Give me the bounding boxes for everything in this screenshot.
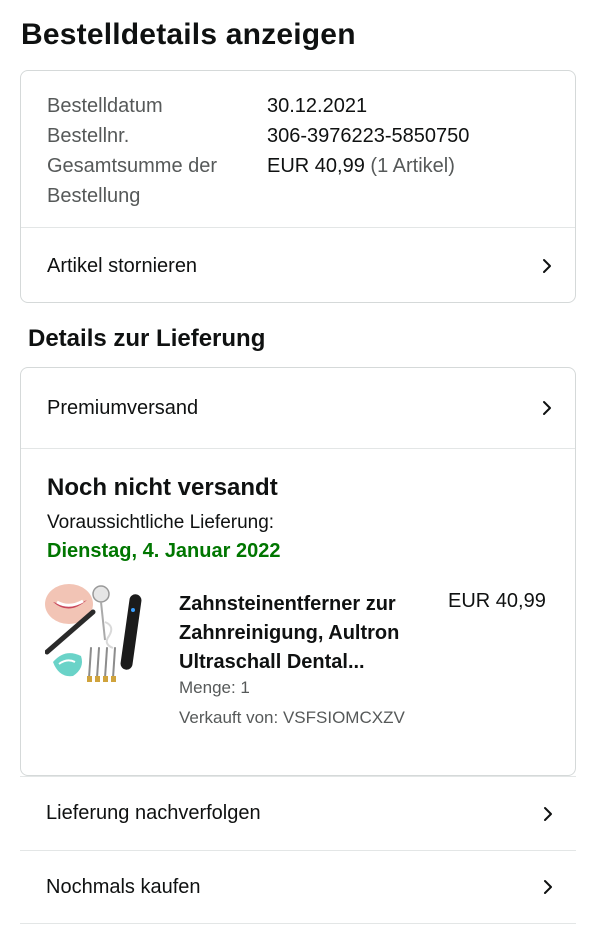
buy-again-row[interactable]: Nochmals kaufen [20,850,576,924]
eta-date: Dienstag, 4. Januar 2022 [47,540,281,562]
product-price: EUR 40,99 [448,590,546,612]
eta-label: Voraussichtliche Lieferung: [47,512,275,533]
buy-again-label: Nochmals kaufen [46,875,201,898]
order-total-label-line1: Gesamtsumme der [47,155,218,177]
page-title: Bestelldetails anzeigen [21,18,356,51]
chevron-right-icon [540,879,556,895]
product-title[interactable]: Zahnsteinentferner zur Zahnreinigung, Au… [179,590,439,677]
product-seller: Verkauft von: VSFSIOMCXZV [179,708,405,727]
chevron-right-icon [540,806,556,822]
order-total-label: Gesamtsumme der Bestellung [47,151,267,211]
product-quantity: Menge: 1 [179,678,250,697]
order-date-value: 30.12.2021 [267,95,368,117]
track-package-label: Lieferung nachverfolgen [46,802,261,824]
order-total-label-line2: Bestellung [47,185,141,207]
order-date-label: Bestelldatum [47,95,163,117]
order-summary-grid: Bestelldatum 30.12.2021 Bestellnr. 306-3… [47,91,555,211]
cancel-items-label: Artikel stornieren [47,254,198,277]
delivery-section-title: Details zur Lieferung [28,325,266,352]
order-total-value: EUR 40,99 (1 Artikel) [267,151,455,211]
order-total-row: Gesamtsumme der Bestellung EUR 40,99 (1 … [47,151,555,211]
track-package-row[interactable]: Lieferung nachverfolgen [20,776,576,850]
product-image[interactable] [44,582,165,690]
order-date-row: Bestelldatum 30.12.2021 [47,91,555,121]
order-summary-card: Bestelldatum 30.12.2021 Bestellnr. 306-3… [20,70,576,303]
shipping-method-row[interactable]: Premiumversand [21,368,575,448]
cancel-items-row[interactable]: Artikel stornieren [21,228,575,302]
order-number-row: Bestellnr. 306-3976223-5850750 [47,121,555,151]
chevron-right-icon [539,400,555,416]
order-number-label: Bestellnr. [47,125,130,147]
order-total-items: (1 Artikel) [370,155,455,177]
shipment-status: Noch nicht versandt [47,474,278,501]
shipping-method-label: Premiumversand [47,396,199,419]
order-number-value: 306-3976223-5850750 [267,125,470,147]
divider [21,448,575,449]
order-total-amount: EUR 40,99 [267,155,365,177]
delivery-card: Premiumversand Noch nicht versandt Vorau… [20,367,576,776]
chevron-right-icon [539,258,555,274]
